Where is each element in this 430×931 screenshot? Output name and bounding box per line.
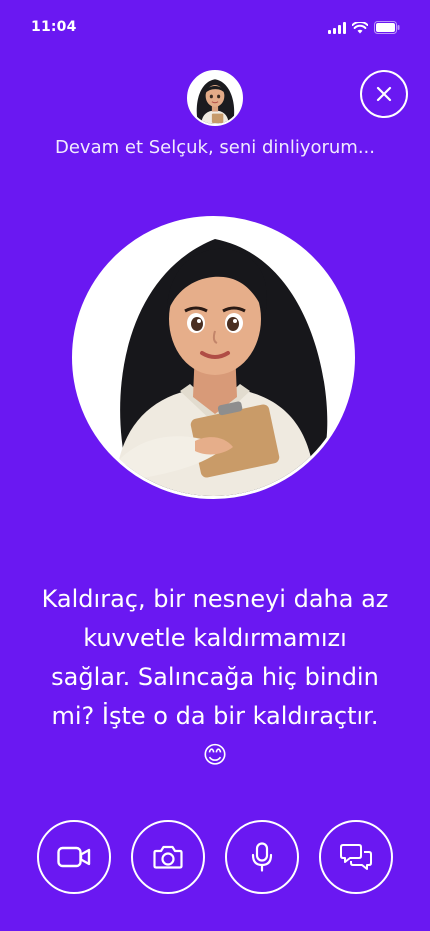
close-icon <box>376 86 392 102</box>
battery-icon <box>374 21 400 34</box>
camera-icon <box>153 845 183 869</box>
assistant-message: Kaldıraç, bir nesneyi daha az kuvvetle k… <box>41 585 389 769</box>
assistant-avatar-small <box>187 70 243 126</box>
video-call-button[interactable] <box>37 820 111 894</box>
status-icons <box>328 21 400 34</box>
microphone-icon <box>251 842 273 872</box>
video-camera-icon <box>57 846 91 868</box>
microphone-button[interactable] <box>225 820 299 894</box>
status-time: 11:04 <box>31 19 77 35</box>
assistant-avatar-large <box>72 216 355 499</box>
assistant-avatar-large-illustration <box>75 219 352 496</box>
listening-status-text: Devam et Selçuk, seni dinliyorum... <box>55 137 375 158</box>
signal-icon <box>328 21 346 34</box>
status-bar: 11:04 <box>0 0 430 56</box>
chat-bubbles-icon <box>340 844 372 870</box>
wifi-icon <box>352 21 368 33</box>
assistant-avatar-small-illustration <box>189 72 241 124</box>
controls-bar <box>0 820 430 896</box>
camera-button[interactable] <box>131 820 205 894</box>
close-button[interactable] <box>360 70 408 118</box>
chat-button[interactable] <box>319 820 393 894</box>
